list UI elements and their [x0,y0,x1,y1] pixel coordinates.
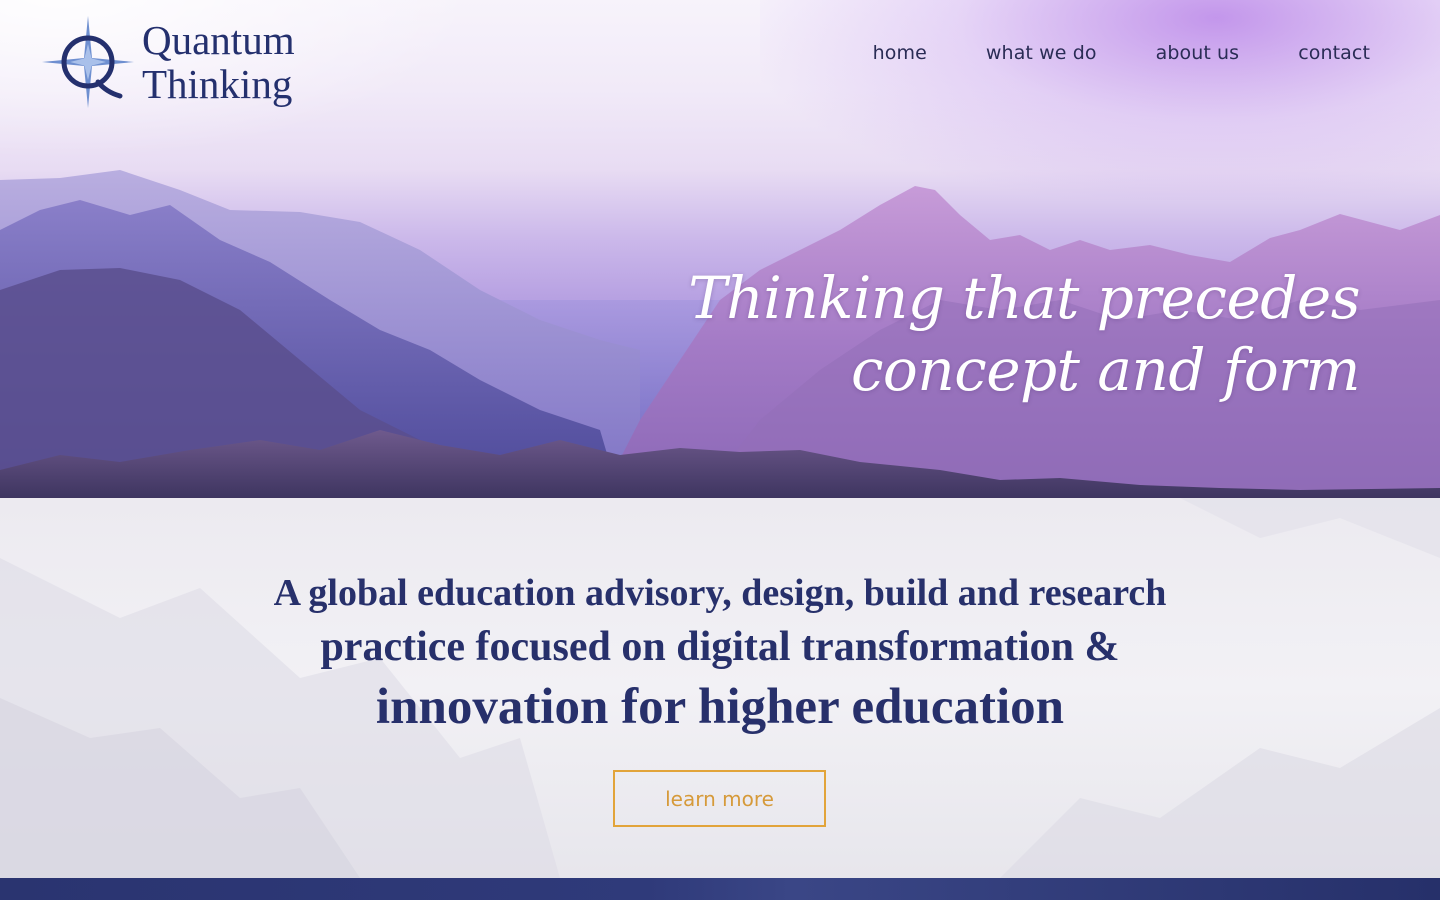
main-nav: home what we do about us contact [873,42,1370,64]
hero-tagline-line2: concept and form [850,336,1361,404]
brand-name-line2: Thinking [142,61,293,107]
learn-more-button[interactable]: learn more [613,770,826,827]
hero-tagline: Thinking that precedes concept and form [688,262,1360,406]
intro-headline-line2: practice focused on digital transformati… [320,624,1120,670]
hero-tagline-line1: Thinking that precedes [688,264,1360,332]
nav-item-about-us[interactable]: about us [1156,42,1240,64]
brand-name-line1: Quantum [142,17,295,63]
nav-item-home[interactable]: home [873,42,927,64]
compass-star-icon [42,16,134,108]
intro-headline-line1: A global education advisory, design, bui… [273,572,1167,614]
brand-logo[interactable]: Quantum Thinking [40,14,330,110]
next-section-band [0,878,1440,900]
nav-item-what-we-do[interactable]: what we do [986,42,1097,64]
hero-banner: Quantum Thinking home what we do about u… [0,0,1440,498]
intro-section: A global education advisory, design, bui… [0,498,1440,878]
intro-headline: A global education advisory, design, bui… [0,568,1440,738]
nav-item-contact[interactable]: contact [1298,42,1370,64]
brand-name: Quantum Thinking [142,18,295,106]
intro-headline-line3: innovation for higher education [375,679,1065,735]
